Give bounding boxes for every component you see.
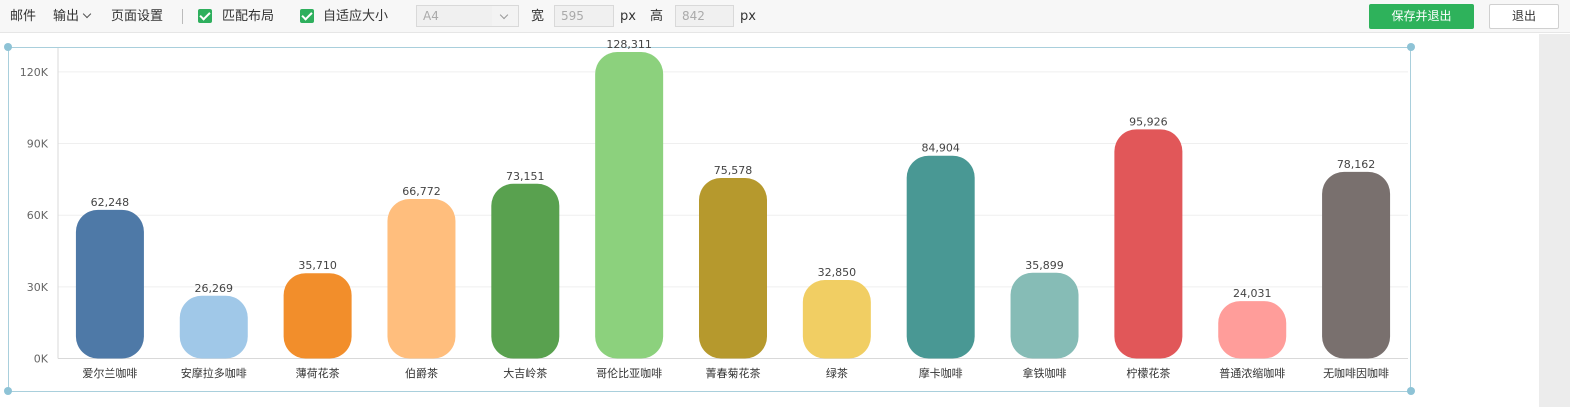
- bar: [1010, 272, 1079, 359]
- y-tick-label: 30K: [27, 281, 49, 294]
- y-tick-label: 60K: [27, 209, 49, 222]
- bar: [1322, 171, 1391, 359]
- x-category-label: 菁春菊花茶: [706, 367, 761, 380]
- bar: [802, 280, 871, 359]
- bar: [699, 177, 767, 359]
- bar-value-label: 24,031: [1233, 287, 1272, 300]
- bar: [595, 52, 664, 359]
- bar-value-label: 66,772: [402, 185, 441, 198]
- bar-value-label: 62,248: [91, 196, 130, 209]
- bar-value-label: 84,904: [921, 142, 960, 155]
- bar: [906, 155, 975, 359]
- x-category-label: 柠檬花茶: [1126, 366, 1170, 380]
- bar: [387, 199, 456, 359]
- x-category-label: 摩卡咖啡: [919, 366, 963, 380]
- x-category-label: 拿铁咖啡: [1023, 366, 1067, 380]
- bar-value-label: 73,151: [506, 170, 545, 183]
- bar-value-label: 75,578: [714, 164, 753, 177]
- x-category-label: 安摩拉多咖啡: [181, 366, 247, 380]
- bar: [179, 295, 248, 359]
- y-tick-label: 90K: [27, 138, 49, 151]
- x-category-label: 爱尔兰咖啡: [82, 366, 137, 380]
- bar: [1114, 129, 1183, 359]
- bar-value-label: 78,162: [1337, 158, 1376, 171]
- bar-value-label: 35,899: [1025, 259, 1064, 272]
- bar: [75, 209, 144, 359]
- x-category-label: 大吉岭茶: [503, 366, 547, 380]
- x-category-label: 普通浓缩咖啡: [1219, 366, 1285, 380]
- bar-chart: 0K 30K 60K 90K 120K 62,248 爱尔兰咖啡 26,269 安摩拉多咖啡 35…: [20, 38, 1408, 380]
- x-category-label: 薄荷花茶: [296, 366, 340, 380]
- y-tick-label: 120K: [20, 66, 49, 79]
- bar-value-label: 32,850: [818, 266, 857, 279]
- bar-value-label: 26,269: [195, 282, 234, 295]
- bar: [283, 273, 352, 359]
- bar-value-label: 95,926: [1129, 115, 1168, 128]
- y-tick-label: 0K: [34, 353, 49, 366]
- bar-value-label: 35,710: [298, 259, 337, 272]
- x-category-label: 哥伦比亚咖啡: [596, 366, 662, 380]
- x-category-label: 伯爵茶: [405, 366, 438, 380]
- x-category-label: 绿茶: [826, 366, 848, 380]
- x-category-label: 无咖啡因咖啡: [1323, 366, 1389, 380]
- bar: [1218, 301, 1287, 359]
- bar: [491, 183, 560, 359]
- bar-value-label: 128,311: [606, 38, 652, 51]
